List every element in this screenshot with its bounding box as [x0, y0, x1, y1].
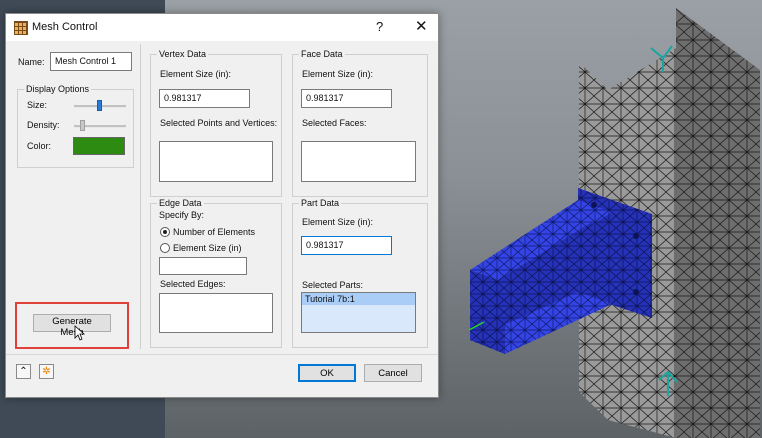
bolt — [591, 202, 597, 208]
part-list-item[interactable]: Tutorial 7b:1 — [302, 293, 415, 305]
part-data-title: Part Data — [299, 198, 342, 208]
element-size-radio[interactable] — [160, 243, 170, 253]
face-data-title: Face Data — [299, 49, 345, 59]
beam-end — [470, 270, 505, 354]
color-label: Color: — [27, 141, 52, 151]
specify-by-label: Specify By: — [159, 210, 205, 220]
vertex-selection-list[interactable] — [159, 141, 273, 182]
options-icon[interactable]: ✲ — [39, 364, 54, 379]
mouse-cursor-icon — [74, 325, 86, 341]
number-of-elements-radio[interactable] — [160, 227, 170, 237]
color-swatch[interactable] — [73, 137, 125, 155]
vertex-element-size-field[interactable]: 0.981317 — [159, 89, 250, 108]
ok-button[interactable]: OK — [298, 364, 356, 382]
column-flange-right — [676, 8, 760, 438]
close-icon[interactable]: ✕ — [415, 17, 428, 35]
edge-value-field[interactable] — [159, 257, 247, 275]
part-element-size-field[interactable]: 0.981317 — [301, 236, 392, 255]
vertex-data-title: Vertex Data — [157, 49, 209, 59]
generate-mesh-button[interactable]: Generate Mesh — [33, 314, 111, 338]
edge-selection-list[interactable] — [159, 293, 273, 333]
help-button[interactable]: ? — [376, 19, 383, 34]
cancel-button[interactable]: Cancel — [364, 364, 422, 382]
edge-selected-label: Selected Edges: — [160, 279, 226, 289]
size-slider-thumb[interactable] — [97, 100, 102, 111]
size-label: Size: — [27, 100, 48, 110]
part-element-size-label: Element Size (in): — [302, 217, 374, 227]
part-selected-label: Selected Parts: — [302, 280, 364, 290]
name-label: Name: — [18, 57, 45, 67]
element-size-option-label: Element Size (in) — [173, 243, 242, 253]
density-slider-thumb[interactable] — [80, 120, 85, 131]
mesh-app-icon — [14, 21, 28, 35]
footer-divider — [6, 354, 438, 355]
dialog-titlebar[interactable]: Mesh Control ? ✕ — [6, 14, 438, 41]
number-of-elements-label: Number of Elements — [173, 227, 256, 237]
bolt — [633, 233, 639, 239]
vertex-element-size-label: Element Size (in): — [160, 69, 232, 79]
face-element-size-field[interactable]: 0.981317 — [301, 89, 392, 108]
part-selection-list[interactable]: Tutorial 7b:1 — [301, 292, 416, 333]
face-selection-list[interactable] — [301, 141, 416, 182]
edge-data-title: Edge Data — [157, 198, 204, 208]
vertex-selected-label: Selected Points and Vertices: — [160, 118, 278, 128]
bolt — [633, 289, 639, 295]
display-options-title: Display Options — [24, 84, 92, 94]
collapse-icon[interactable]: ⌃ — [16, 364, 31, 379]
density-label: Density: — [27, 120, 60, 130]
mesh-control-dialog: Mesh Control ? ✕ Name: Mesh Control 1 Di… — [5, 13, 439, 398]
column-divider — [140, 44, 141, 349]
dialog-title: Mesh Control — [32, 21, 98, 33]
name-field[interactable]: Mesh Control 1 — [50, 52, 132, 71]
face-selected-label: Selected Faces: — [302, 118, 367, 128]
face-element-size-label: Element Size (in): — [302, 69, 374, 79]
